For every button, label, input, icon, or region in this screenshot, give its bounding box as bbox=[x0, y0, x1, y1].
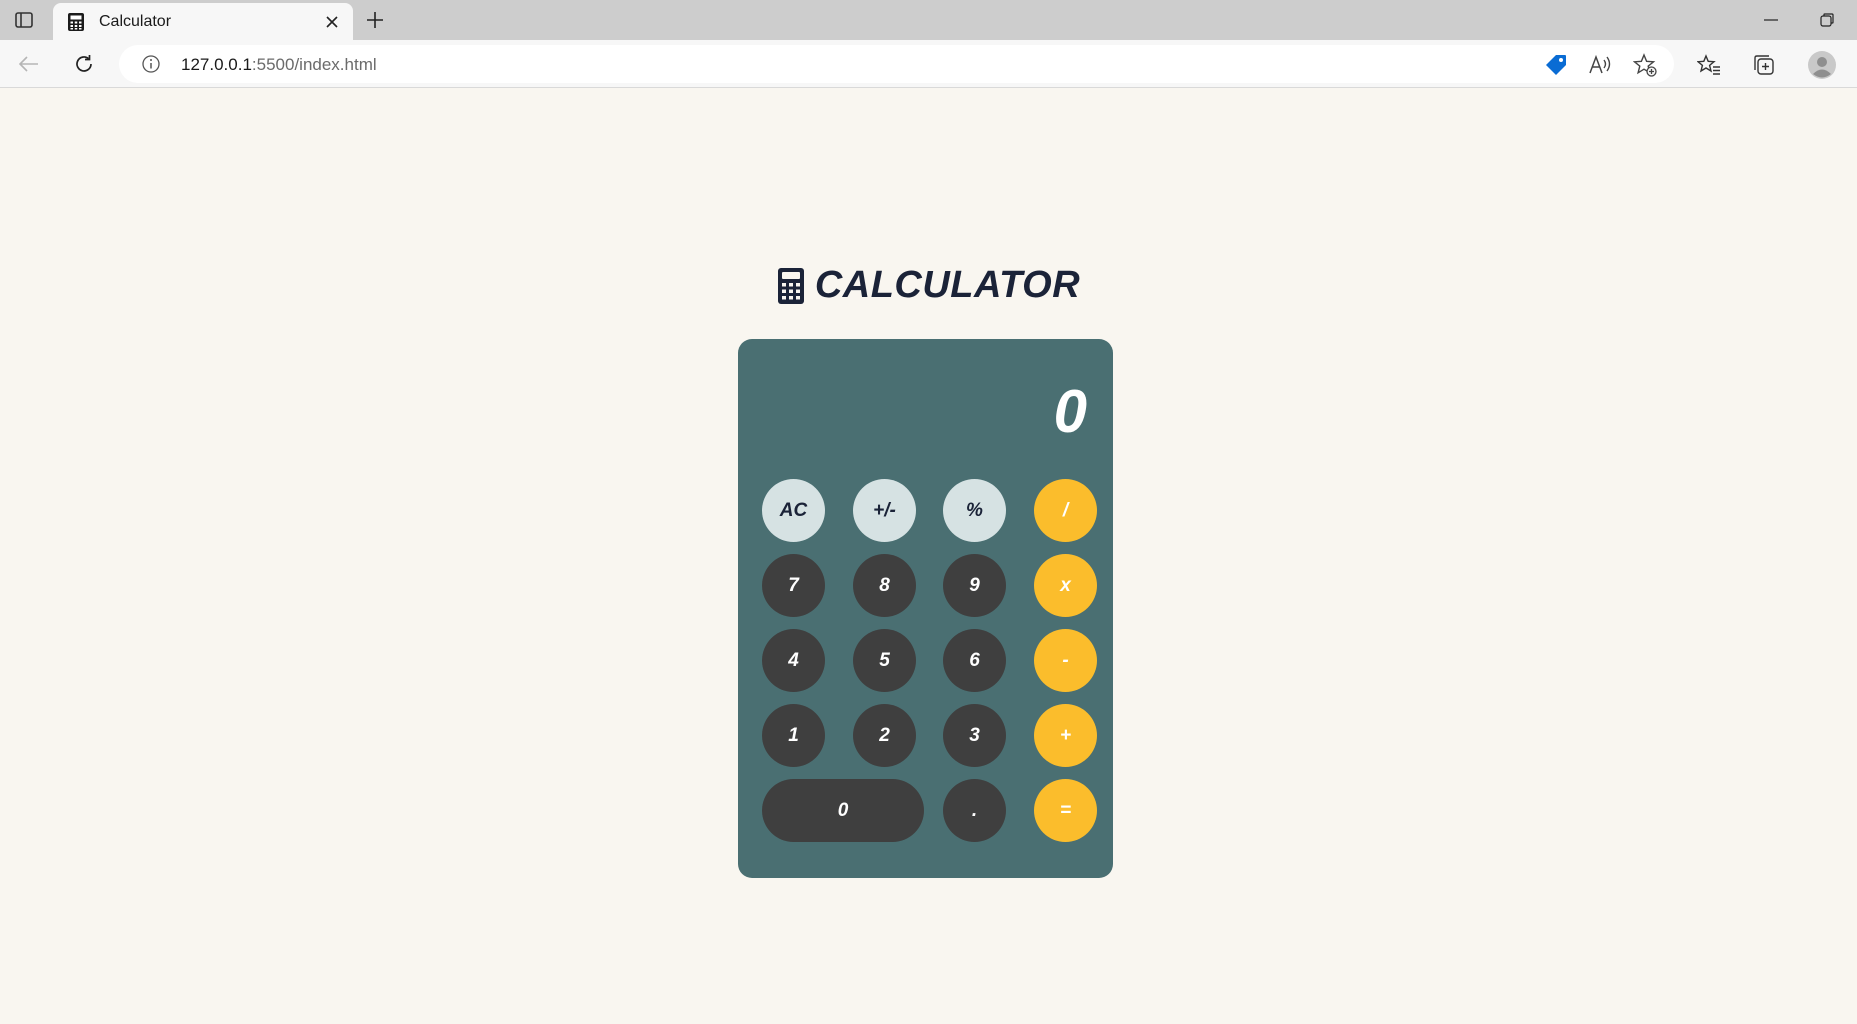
digit-9-button[interactable]: 9 bbox=[943, 554, 1006, 617]
toggle-sign-button[interactable]: +/- bbox=[853, 479, 916, 542]
subtract-button[interactable]: - bbox=[1034, 629, 1097, 692]
digit-1-button[interactable]: 1 bbox=[762, 704, 825, 767]
digit-5-button[interactable]: 5 bbox=[853, 629, 916, 692]
tab-title: Calculator bbox=[99, 13, 172, 30]
close-tab-icon[interactable] bbox=[321, 11, 343, 33]
tab-strip: Calculator bbox=[0, 0, 1857, 40]
percent-button[interactable]: % bbox=[943, 479, 1006, 542]
calculator: 0 AC +/- % / 7 8 9 x 4 5 6 - 1 2 3 + 0 .… bbox=[738, 339, 1113, 878]
url-text[interactable]: 127.0.0.1:5500/index.html bbox=[181, 55, 377, 75]
reload-icon[interactable] bbox=[69, 50, 99, 78]
browser-tab-active[interactable]: Calculator bbox=[53, 3, 353, 40]
calculator-icon bbox=[777, 267, 805, 305]
digit-4-button[interactable]: 4 bbox=[762, 629, 825, 692]
digit-3-button[interactable]: 3 bbox=[943, 704, 1006, 767]
add-button[interactable]: + bbox=[1034, 704, 1097, 767]
digit-8-button[interactable]: 8 bbox=[853, 554, 916, 617]
address-bar[interactable]: 127.0.0.1:5500/index.html bbox=[119, 45, 1674, 83]
page-title: CALCULATOR bbox=[0, 264, 1857, 307]
digit-2-button[interactable]: 2 bbox=[853, 704, 916, 767]
tab-actions-icon[interactable] bbox=[10, 8, 38, 32]
calculator-favicon-icon bbox=[67, 12, 85, 32]
multiply-button[interactable]: x bbox=[1034, 554, 1097, 617]
minimize-window-icon[interactable] bbox=[1756, 8, 1786, 32]
clear-button[interactable]: AC bbox=[762, 479, 825, 542]
add-favorite-icon[interactable] bbox=[1632, 52, 1658, 78]
site-info-icon[interactable] bbox=[141, 54, 161, 74]
digit-6-button[interactable]: 6 bbox=[943, 629, 1006, 692]
browser-toolbar: 127.0.0.1:5500/index.html bbox=[0, 40, 1857, 88]
digit-7-button[interactable]: 7 bbox=[762, 554, 825, 617]
page-title-text: CALCULATOR bbox=[814, 264, 1081, 306]
digit-0-button[interactable]: 0 bbox=[762, 779, 924, 842]
url-host: 127.0.0.1 bbox=[181, 55, 252, 74]
decimal-button[interactable]: . bbox=[943, 779, 1006, 842]
equals-button[interactable]: = bbox=[1034, 779, 1097, 842]
read-aloud-icon[interactable] bbox=[1587, 52, 1613, 78]
restore-window-icon[interactable] bbox=[1812, 8, 1842, 32]
favorites-icon[interactable] bbox=[1695, 51, 1723, 79]
url-path: :5500/index.html bbox=[251, 55, 377, 74]
new-tab-icon[interactable] bbox=[362, 7, 388, 33]
profile-avatar-icon[interactable] bbox=[1808, 51, 1836, 79]
collections-icon[interactable] bbox=[1750, 51, 1778, 79]
shopping-tag-icon[interactable] bbox=[1543, 52, 1569, 78]
calculator-display: 0 bbox=[1053, 378, 1087, 445]
back-arrow-icon[interactable] bbox=[14, 50, 44, 78]
divide-button[interactable]: / bbox=[1034, 479, 1097, 542]
